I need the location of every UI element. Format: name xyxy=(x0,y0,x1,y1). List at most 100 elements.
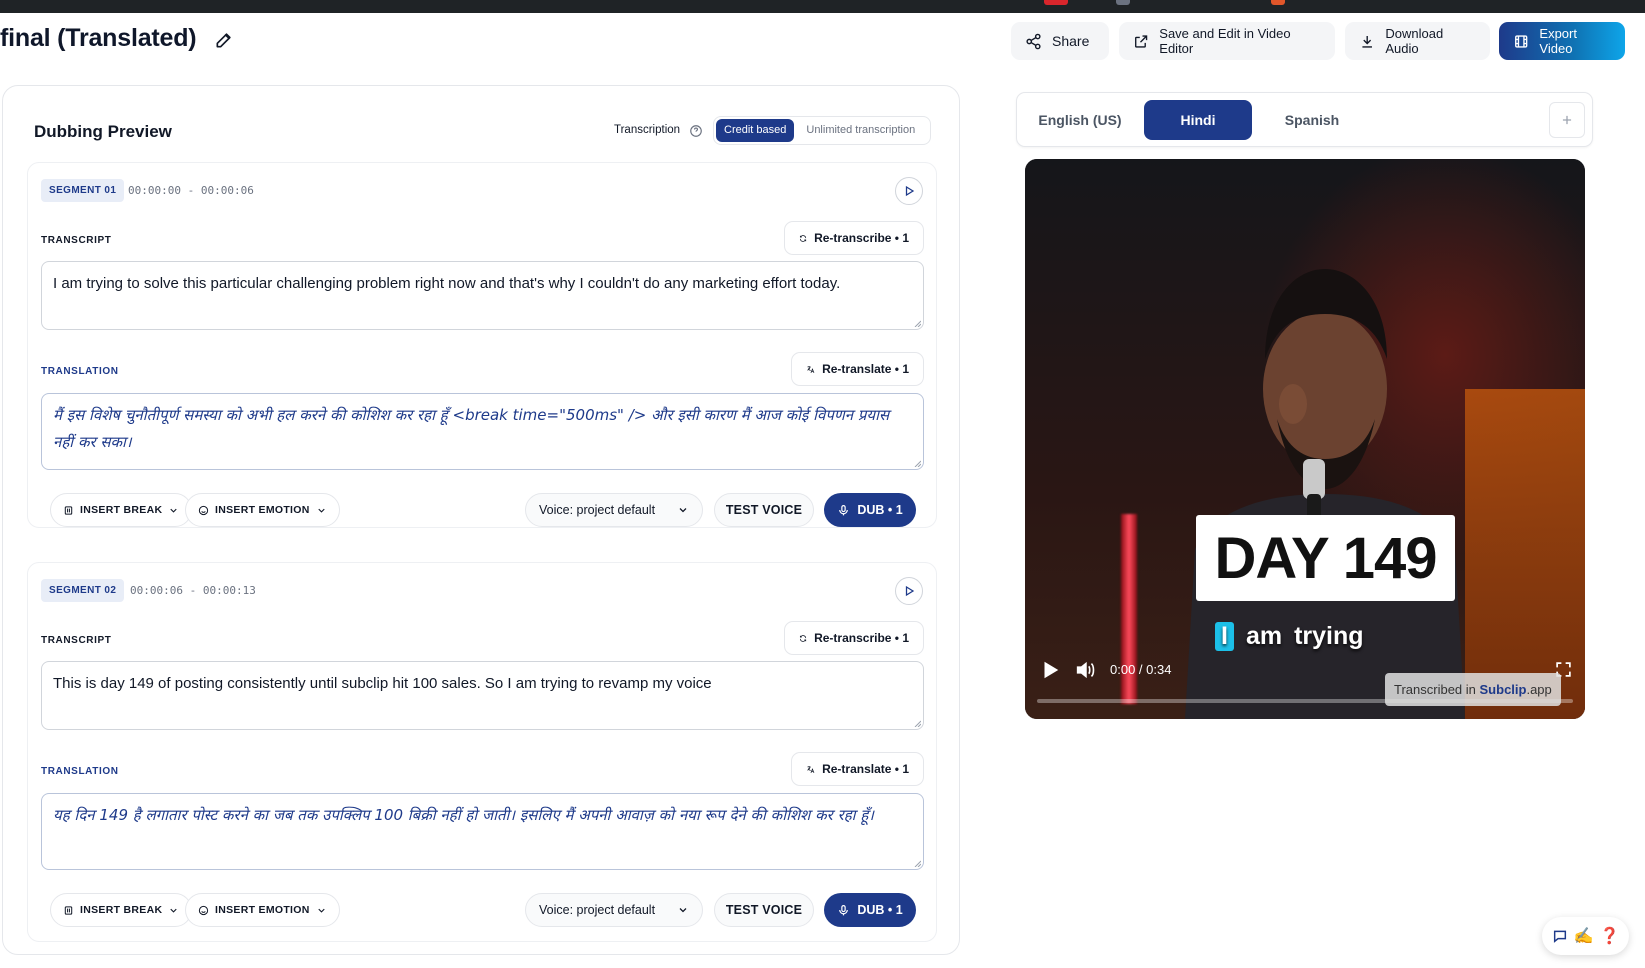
refresh-icon xyxy=(799,634,807,642)
tab-spanish[interactable]: Spanish xyxy=(1262,100,1362,140)
translation-textarea[interactable]: मैं इस विशेष चुनौतीपूर्ण समस्या को अभी ह… xyxy=(41,393,924,470)
pause-icon xyxy=(64,905,73,915)
play-icon xyxy=(905,185,915,197)
share-icon xyxy=(1026,33,1041,49)
video-player[interactable]: DAY 149 I am trying 0:00 / 0:34 Transcri… xyxy=(1025,159,1585,719)
insert-break-dropdown[interactable]: INSERT BREAK xyxy=(50,893,193,927)
insert-emotion-dropdown[interactable]: INSERT EMOTION xyxy=(185,493,340,527)
segment-play-button[interactable] xyxy=(895,177,923,205)
caption-word: am xyxy=(1245,622,1283,650)
volume-icon[interactable] xyxy=(1074,659,1096,681)
re-translate-label: Re-translate • 1 xyxy=(822,762,909,776)
play-icon xyxy=(905,585,915,597)
browser-top-strip xyxy=(0,0,1645,13)
re-transcribe-button[interactable]: Re-transcribe • 1 xyxy=(784,221,924,255)
transcript-textarea[interactable]: This is day 149 of posting consistently … xyxy=(41,661,924,730)
test-voice-button[interactable]: TEST VOICE xyxy=(714,493,814,527)
watermark-suffix: .app xyxy=(1526,682,1552,697)
voice-select[interactable]: Voice: project default xyxy=(525,493,703,527)
microphone-icon xyxy=(839,904,849,915)
transcription-mode-toggle[interactable]: Credit based Unlimited transcription xyxy=(713,116,931,145)
resize-handle-icon[interactable] xyxy=(913,859,921,867)
chevron-down-icon xyxy=(170,908,178,913)
resize-handle-icon[interactable] xyxy=(913,319,921,327)
segment-card: SEGMENT 01 00:00:00 - 00:00:06 TRANSCRIP… xyxy=(27,162,937,528)
translation-text: मैं इस विशेष चुनौतीपूर्ण समस्या को अभी ह… xyxy=(53,406,890,451)
dub-label: DUB • 1 xyxy=(857,903,903,917)
re-transcribe-label: Re-transcribe • 1 xyxy=(814,631,909,645)
video-overlay-title: DAY 149 xyxy=(1196,515,1455,601)
film-icon xyxy=(1515,34,1528,48)
video-time: 0:00 / 0:34 xyxy=(1110,662,1172,677)
smile-icon xyxy=(198,905,209,915)
transcript-text: This is day 149 of posting consistently … xyxy=(53,675,712,692)
smile-icon xyxy=(198,505,209,515)
re-transcribe-button[interactable]: Re-transcribe • 1 xyxy=(784,621,924,655)
segment-time-range: 00:00:06 - 00:00:13 xyxy=(130,584,256,597)
chevron-down-icon xyxy=(679,508,687,513)
translation-label: TRANSLATION xyxy=(41,366,119,377)
segment-badge: SEGMENT 02 xyxy=(41,579,125,602)
share-button[interactable]: Share xyxy=(1011,22,1109,60)
voice-select-value: Voice: project default xyxy=(539,903,656,917)
segment-play-button[interactable] xyxy=(895,577,923,605)
insert-emotion-label: INSERT EMOTION xyxy=(215,504,310,516)
dubbing-preview-title: Dubbing Preview xyxy=(34,122,172,141)
external-link-icon xyxy=(1135,34,1148,48)
tab-english-us[interactable]: English (US) xyxy=(1025,100,1135,140)
export-video-label: Export Video xyxy=(1539,26,1577,56)
voice-select-value: Voice: project default xyxy=(539,503,656,517)
dub-button[interactable]: DUB • 1 xyxy=(824,493,916,527)
transcript-text: I am trying to solve this particular cha… xyxy=(53,275,841,292)
test-voice-button[interactable]: TEST VOICE xyxy=(714,893,814,927)
segment-badge: SEGMENT 01 xyxy=(41,179,125,202)
pencil-icon[interactable] xyxy=(214,30,234,50)
segment-time-range: 00:00:00 - 00:00:06 xyxy=(128,184,254,197)
voice-select[interactable]: Voice: project default xyxy=(525,893,703,927)
caption-word-highlight: I xyxy=(1215,622,1234,651)
re-translate-button[interactable]: Re-translate • 1 xyxy=(791,752,924,786)
help-widget[interactable]: ✍️ ❓ xyxy=(1542,917,1629,955)
resize-handle-icon[interactable] xyxy=(913,719,921,727)
transcript-label: TRANSCRIPT xyxy=(41,235,112,246)
chevron-down-icon xyxy=(170,508,178,513)
export-video-button[interactable]: Export Video xyxy=(1499,22,1625,60)
video-play-icon[interactable] xyxy=(1039,659,1061,681)
notification-badge xyxy=(1271,0,1285,5)
transcript-textarea[interactable]: I am trying to solve this particular cha… xyxy=(41,261,924,330)
question-mark-icon: ❓ xyxy=(1599,928,1620,945)
toolbar-indicator xyxy=(1116,0,1130,5)
re-translate-button[interactable]: Re-translate • 1 xyxy=(791,352,924,386)
caption-word: trying xyxy=(1294,622,1364,650)
plus-icon xyxy=(1562,115,1572,125)
insert-emotion-label: INSERT EMOTION xyxy=(215,904,310,916)
insert-emotion-dropdown[interactable]: INSERT EMOTION xyxy=(185,893,340,927)
add-language-button[interactable] xyxy=(1549,102,1585,138)
subclip-watermark: Transcribed in Subclip .app xyxy=(1385,673,1561,706)
pause-icon xyxy=(64,505,73,515)
watermark-brand: Subclip xyxy=(1479,682,1527,697)
resize-handle-icon[interactable] xyxy=(913,459,921,467)
translation-text: यह दिन 149 है लगातार पोस्ट करने का जब तक… xyxy=(53,806,874,824)
translate-icon xyxy=(807,765,815,773)
translate-icon xyxy=(807,365,815,373)
re-translate-label: Re-translate • 1 xyxy=(822,362,909,376)
credit-based-option[interactable]: Credit based xyxy=(716,119,795,142)
unlimited-transcription-option[interactable]: Unlimited transcription xyxy=(798,119,923,142)
save-and-edit-button[interactable]: Save and Edit in Video Editor xyxy=(1119,22,1335,60)
download-audio-label: Download Audio xyxy=(1385,26,1444,56)
transcription-label: Transcription xyxy=(614,124,681,136)
download-audio-button[interactable]: Download Audio xyxy=(1345,22,1490,60)
insert-break-dropdown[interactable]: INSERT BREAK xyxy=(50,493,193,527)
insert-break-label: INSERT BREAK xyxy=(80,504,163,516)
chevron-down-icon xyxy=(679,908,687,913)
translation-textarea[interactable]: यह दिन 149 है लगातार पोस्ट करने का जब तक… xyxy=(41,793,924,870)
tab-hindi[interactable]: Hindi xyxy=(1144,100,1252,140)
refresh-icon xyxy=(799,234,807,242)
save-edit-label: Save and Edit in Video Editor xyxy=(1159,26,1291,56)
transcript-label: TRANSCRIPT xyxy=(41,635,112,646)
writing-hand-icon: ✍️ xyxy=(1573,928,1594,945)
share-label: Share xyxy=(1052,33,1090,49)
help-circle-icon[interactable] xyxy=(689,124,703,138)
dub-button[interactable]: DUB • 1 xyxy=(824,893,916,927)
